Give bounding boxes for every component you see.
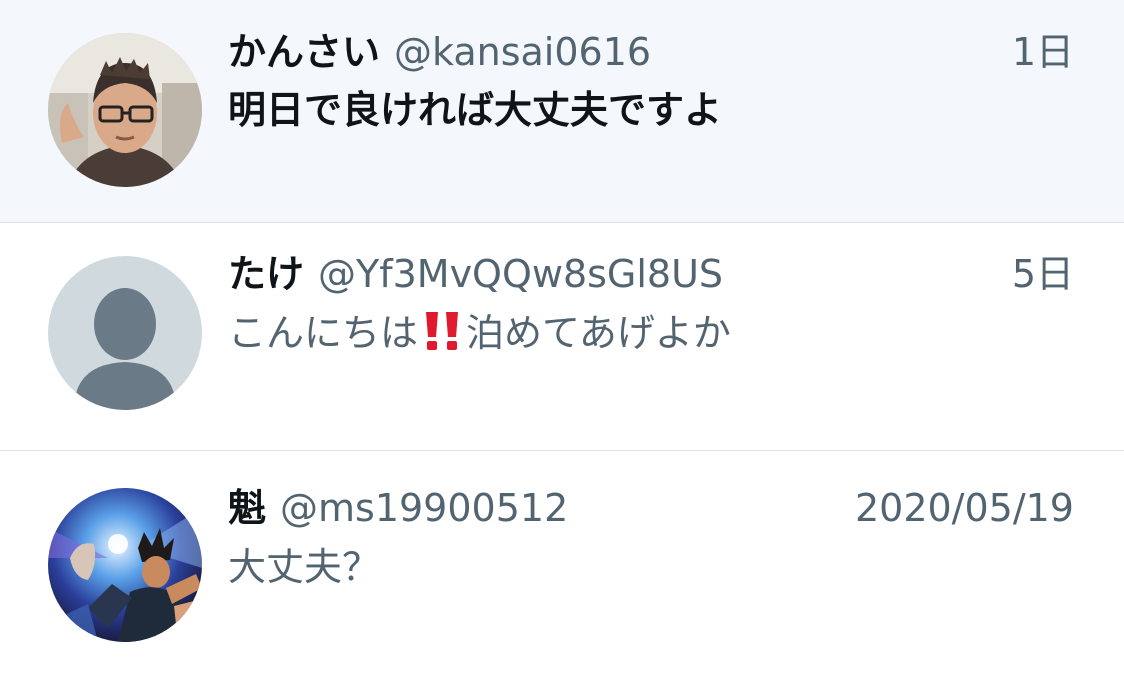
conversation-item[interactable]: たけ @Yf3MvQQw8sGl8US 5日 こんにちは 泊めてあげよか bbox=[0, 223, 1124, 451]
user-handle: @kansai0616 bbox=[394, 30, 652, 74]
timestamp: 5日 bbox=[1011, 252, 1074, 296]
timestamp: 2020/05/19 bbox=[854, 486, 1074, 530]
anime-character-avatar[interactable] bbox=[48, 488, 202, 642]
display-name: 魁 bbox=[228, 486, 267, 530]
user-handle: @ms19900512 bbox=[280, 486, 569, 530]
conversation-header: たけ @Yf3MvQQw8sGl8US 5日 bbox=[228, 249, 1074, 299]
message-preview: 明日で良ければ大丈夫ですよ bbox=[228, 88, 723, 132]
display-name: たけ bbox=[228, 252, 305, 296]
conversation-header: かんさい @kansai0616 1日 bbox=[228, 27, 1074, 77]
double-exclamation-icon bbox=[420, 308, 464, 352]
user-handle: @Yf3MvQQw8sGl8US bbox=[318, 252, 724, 296]
message-preview: こんにちは 泊めてあげよか bbox=[228, 307, 1074, 359]
timestamp: 1日 bbox=[1011, 30, 1074, 74]
message-text-after: 泊めてあげよか bbox=[466, 311, 731, 355]
message-preview: 大丈夫？ bbox=[228, 545, 381, 589]
conversation-header: 魁 @ms19900512 2020/05/19 bbox=[228, 483, 1074, 533]
default-profile-avatar[interactable] bbox=[48, 256, 202, 410]
user-photo-avatar[interactable] bbox=[48, 33, 202, 187]
conversation-item[interactable]: かんさい @kansai0616 1日 明日で良ければ大丈夫ですよ bbox=[0, 0, 1124, 223]
conversation-list: かんさい @kansai0616 1日 明日で良ければ大丈夫ですよ たけ @Yf3M… bbox=[0, 0, 1124, 675]
conversation-item[interactable]: 魁 @ms19900512 2020/05/19 大丈夫？ bbox=[0, 451, 1124, 675]
message-text-before: こんにちは bbox=[228, 311, 419, 355]
display-name: かんさい bbox=[228, 30, 381, 74]
